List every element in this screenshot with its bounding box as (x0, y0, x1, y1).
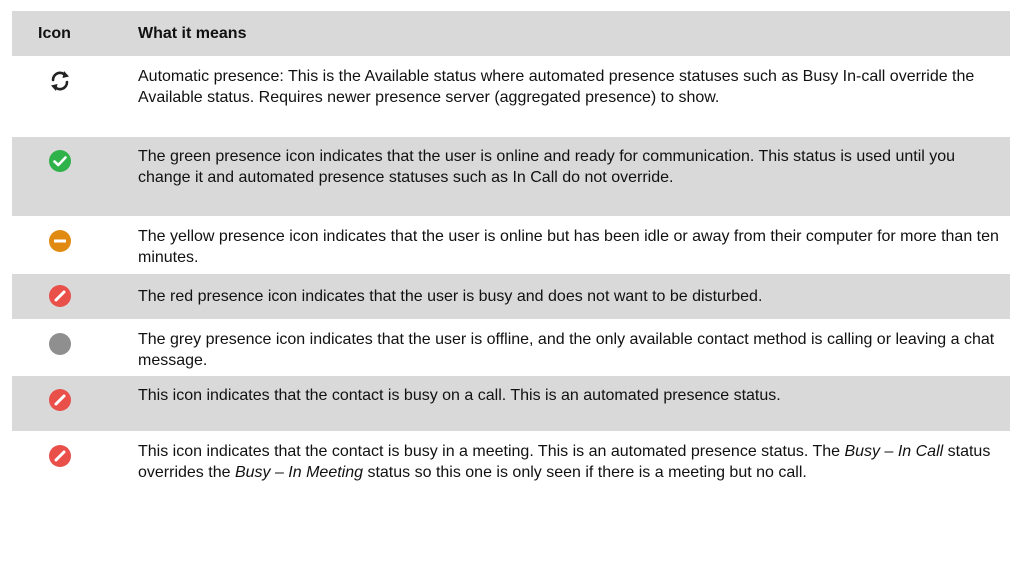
row-meaning: This icon indicates that the contact is … (138, 387, 781, 404)
row-meaning: Automatic presence: This is the Availabl… (138, 68, 975, 106)
row-meaning: The yellow presence icon indicates that … (138, 228, 999, 266)
table-row: Automatic presence: This is the Availabl… (12, 57, 1010, 137)
green-available-icon (48, 149, 72, 173)
table-row: The green presence icon indicates that t… (12, 137, 1010, 217)
red-busy-icon (48, 284, 72, 308)
automatic-presence-icon (48, 69, 72, 93)
busy-in-meeting-icon (48, 444, 72, 468)
row-meaning: The green presence icon indicates that t… (138, 148, 956, 186)
icon-column-header: Icon (38, 24, 71, 42)
row-meaning: The grey presence icon indicates that th… (138, 331, 995, 369)
table-row: The grey presence icon indicates that th… (12, 320, 1010, 376)
table-row: The red presence icon indicates that the… (12, 274, 1010, 320)
table-row: This icon indicates that the contact is … (12, 432, 1010, 512)
table-row: The yellow presence icon indicates that … (12, 217, 1010, 274)
busy-in-call-icon (48, 388, 72, 412)
table-header-row: Icon What it means (12, 11, 1010, 57)
grey-offline-icon (48, 332, 72, 356)
row-meaning: This icon indicates that the contact is … (138, 443, 991, 481)
row-meaning: The red presence icon indicates that the… (138, 288, 763, 305)
presence-icons-table: Icon What it means Automatic presence: T… (12, 11, 1010, 512)
table-row: This icon indicates that the contact is … (12, 376, 1010, 432)
yellow-away-icon (48, 229, 72, 253)
meaning-column-header: What it means (138, 24, 247, 42)
